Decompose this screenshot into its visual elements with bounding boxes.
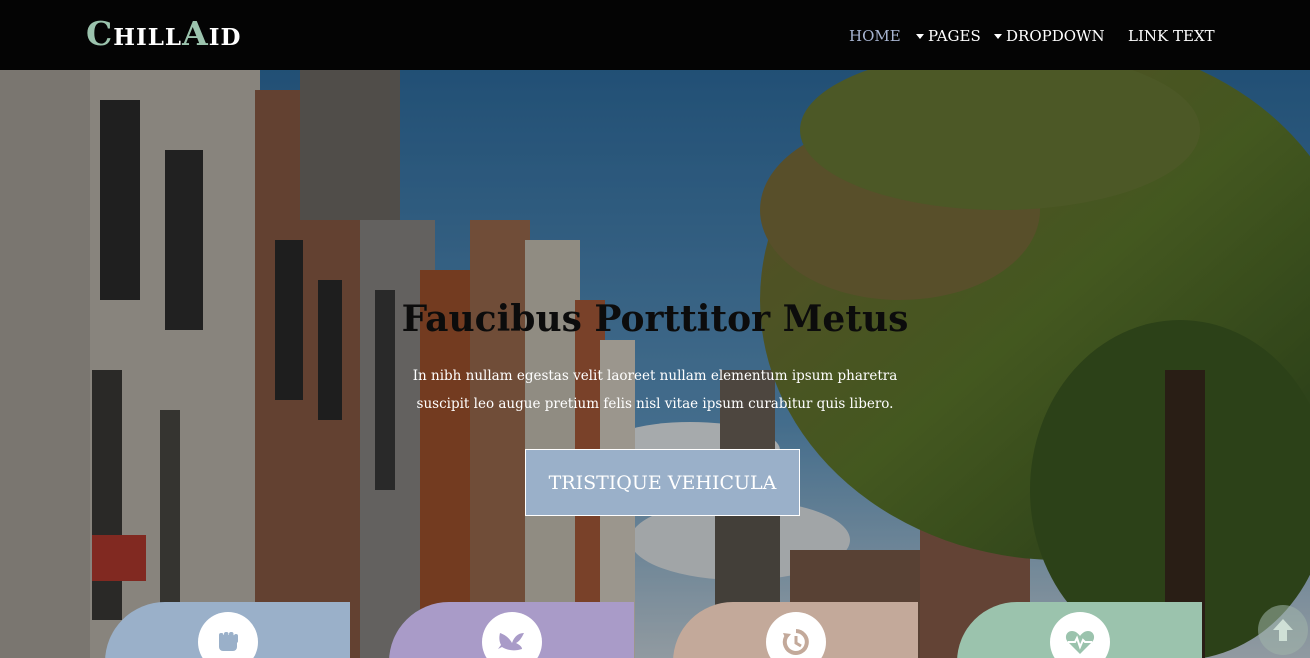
- hero-section: Faucibus Porttitor Metus In nibh nullam …: [0, 70, 1310, 658]
- nav-home-label: HOME: [849, 27, 901, 45]
- nav-link-label: LINK TEXT: [1128, 27, 1215, 45]
- logo-text-hill: HILL: [113, 24, 183, 51]
- hero-title: Faucibus Porttitor Metus: [401, 298, 909, 340]
- feature-card-1[interactable]: [105, 602, 350, 658]
- navbar: CHILLAID HOME PAGES DROPDOWN LINK TEXT: [0, 0, 1310, 70]
- dove-icon: [481, 612, 542, 658]
- scroll-to-top-button[interactable]: [1258, 605, 1308, 655]
- caret-down-icon: [916, 33, 924, 39]
- heartbeat-icon: [1049, 612, 1110, 658]
- nav-link-text[interactable]: LINK TEXT: [1128, 26, 1215, 46]
- history-icon: [765, 612, 826, 658]
- nav-dropdown[interactable]: DROPDOWN: [994, 26, 1105, 46]
- nav-home[interactable]: HOME: [849, 26, 901, 46]
- hero-description: In nibh nullam egestas velit laoreet nul…: [412, 368, 898, 412]
- caret-down-icon: [994, 33, 1002, 39]
- nav-pages-dropdown[interactable]: PAGES: [916, 26, 981, 46]
- nav-dropdown-label: DROPDOWN: [1006, 27, 1105, 45]
- fist-icon: [197, 612, 258, 658]
- logo-letter-a: A: [182, 14, 209, 53]
- feature-card-4[interactable]: [957, 602, 1202, 658]
- brand-logo[interactable]: CHILLAID: [86, 14, 241, 60]
- hero-cta-button[interactable]: TRISTIQUE VEHICULA: [525, 449, 800, 516]
- arrow-up-icon: [1273, 619, 1293, 641]
- logo-letter-c: C: [86, 14, 114, 53]
- feature-card-2[interactable]: [389, 602, 634, 658]
- logo-text-id: ID: [208, 24, 242, 51]
- feature-card-3[interactable]: [673, 602, 918, 658]
- nav-pages-label: PAGES: [928, 27, 981, 45]
